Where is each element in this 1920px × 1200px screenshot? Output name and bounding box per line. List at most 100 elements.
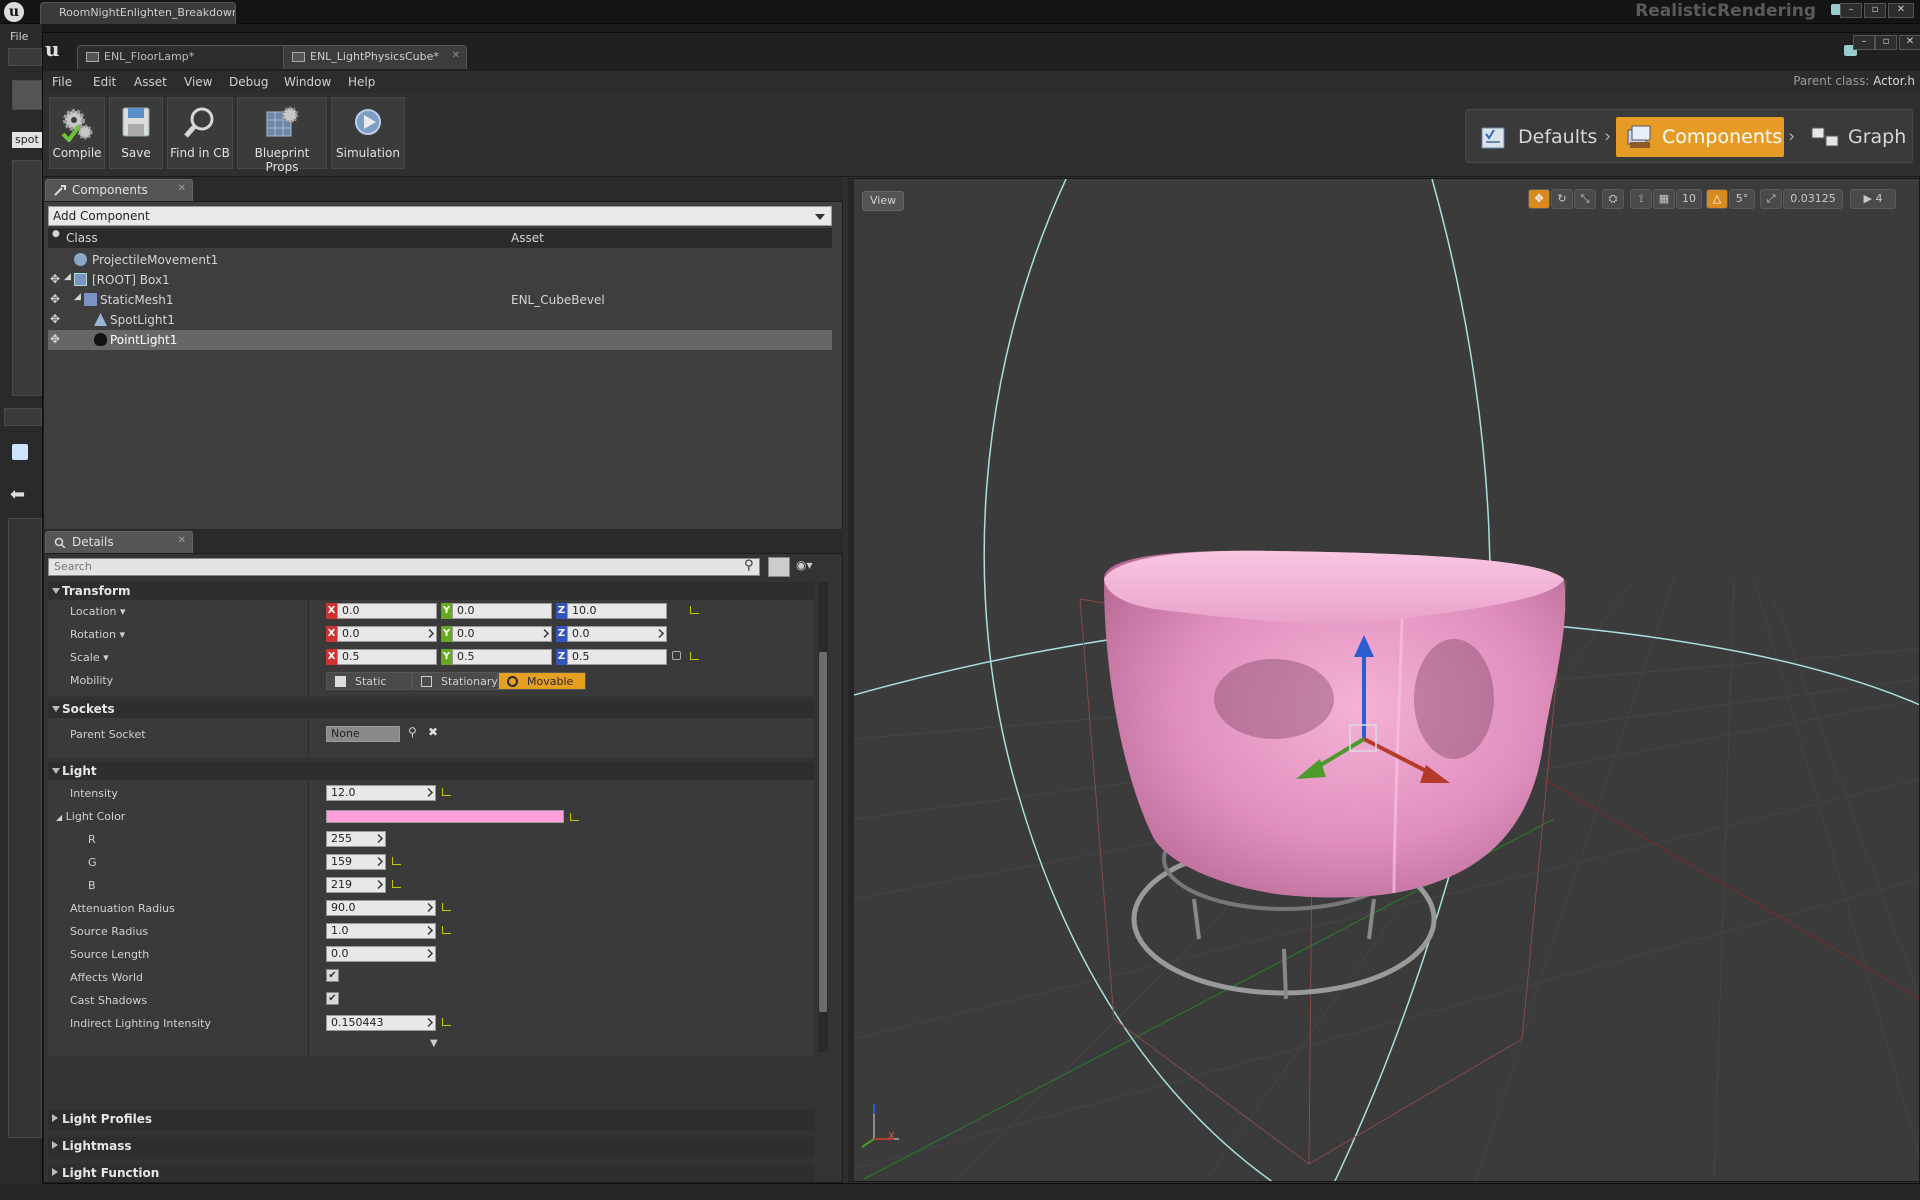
rotate-tool-icon[interactable]: ↻ bbox=[1551, 189, 1573, 209]
maximize-button[interactable]: ▫ bbox=[1875, 35, 1897, 50]
affects-world-checkbox[interactable]: ✔ bbox=[326, 969, 339, 982]
indirect-lighting-input[interactable]: 0.150443 bbox=[326, 1015, 436, 1031]
menu-window[interactable]: Window bbox=[284, 75, 331, 89]
scale-x-input[interactable]: 0.5 bbox=[337, 649, 437, 665]
reset-arrow-icon[interactable] bbox=[392, 880, 401, 888]
eye-icon[interactable]: ◉▾ bbox=[796, 558, 813, 572]
reset-arrow-icon[interactable] bbox=[690, 606, 699, 614]
rotation-snap-icon[interactable]: △ bbox=[1706, 189, 1728, 209]
category-transform[interactable]: Transform bbox=[48, 582, 814, 600]
expand-triangle-icon[interactable]: ◢ bbox=[74, 292, 81, 302]
scale-z-input[interactable]: 0.5 bbox=[567, 649, 667, 665]
surface-snap-icon[interactable]: ⟟ bbox=[1630, 189, 1652, 209]
close-button[interactable]: ✕ bbox=[1888, 3, 1914, 18]
close-icon[interactable]: ✕ bbox=[452, 50, 460, 61]
rotation-label[interactable]: Rotation ▾ bbox=[70, 628, 125, 641]
outer-file-menu[interactable]: File bbox=[10, 30, 28, 43]
blueprint-props-button[interactable]: Blueprint Props bbox=[237, 97, 327, 174]
mode-defaults[interactable]: Defaults bbox=[1472, 117, 1604, 157]
reset-arrow-icon[interactable] bbox=[442, 903, 451, 911]
rotation-x-input[interactable]: 0.0 bbox=[337, 626, 437, 642]
scale-tool-icon[interactable]: ⤡ bbox=[1574, 189, 1596, 209]
coord-space-icon[interactable]: ⛭ bbox=[1602, 189, 1624, 209]
close-icon[interactable]: ✕ bbox=[178, 535, 186, 546]
grid-snap-value[interactable]: 10 bbox=[1676, 189, 1702, 209]
move-handle-icon[interactable]: ✥ bbox=[50, 272, 60, 286]
scale-snap-icon[interactable]: ⤢ bbox=[1760, 189, 1782, 209]
source-length-input[interactable]: 0.0 bbox=[326, 946, 436, 962]
menu-view[interactable]: View bbox=[184, 75, 212, 89]
category-sockets[interactable]: Sockets bbox=[48, 700, 814, 718]
tree-row-root-box[interactable]: ✥ ◢ [ROOT] Box1 bbox=[48, 270, 832, 290]
components-tab[interactable]: Components ✕ bbox=[45, 179, 193, 201]
scale-y-input[interactable]: 0.5 bbox=[452, 649, 552, 665]
folder-icon[interactable] bbox=[12, 444, 28, 460]
tree-row-spot-light[interactable]: ✥ SpotLight1 bbox=[48, 310, 832, 330]
reset-arrow-icon[interactable] bbox=[442, 788, 451, 796]
menu-edit[interactable]: Edit bbox=[93, 75, 116, 89]
menu-file[interactable]: File bbox=[52, 75, 72, 89]
compile-button[interactable]: Compile bbox=[49, 97, 105, 169]
cast-shadows-checkbox[interactable]: ✔ bbox=[326, 992, 339, 1005]
move-handle-icon[interactable]: ✥ bbox=[50, 292, 60, 306]
outer-tab-stub[interactable] bbox=[8, 48, 42, 66]
back-arrow-icon[interactable]: ⬅ bbox=[10, 484, 25, 505]
view-menu-button[interactable]: View bbox=[862, 191, 905, 211]
find-in-cb-button[interactable]: Find in CB bbox=[167, 97, 233, 169]
category-light-profiles[interactable]: Light Profiles bbox=[48, 1110, 814, 1130]
mobility-static-button[interactable]: Static bbox=[326, 672, 412, 690]
location-z-input[interactable]: 10.0 bbox=[567, 603, 667, 619]
minimize-button[interactable]: – bbox=[1853, 35, 1875, 50]
mobility-stationary-button[interactable]: Stationary bbox=[412, 672, 498, 690]
color-g-input[interactable]: 159 bbox=[326, 854, 386, 870]
tree-row-point-light[interactable]: ✥ PointLight1 bbox=[48, 330, 832, 350]
location-x-input[interactable]: 0.0 bbox=[337, 603, 437, 619]
grid-snap-icon[interactable]: ▦ bbox=[1653, 189, 1675, 209]
reset-arrow-icon[interactable] bbox=[442, 1018, 451, 1026]
simulation-button[interactable]: Simulation bbox=[331, 97, 405, 169]
reset-arrow-icon[interactable] bbox=[570, 813, 579, 821]
reset-arrow-icon[interactable] bbox=[442, 926, 451, 934]
scale-snap-value[interactable]: 0.03125 bbox=[1783, 189, 1843, 209]
menu-debug[interactable]: Debug bbox=[229, 75, 268, 89]
tree-row-static-mesh[interactable]: ✥ ◢ StaticMesh1 ENL_CubeBevel bbox=[48, 290, 832, 310]
light-color-label[interactable]: ◢ Light Color bbox=[56, 810, 125, 823]
scale-label[interactable]: Scale ▾ bbox=[70, 651, 109, 664]
rotation-snap-value[interactable]: 5° bbox=[1729, 189, 1755, 209]
rotation-z-input[interactable]: 0.0 bbox=[567, 626, 667, 642]
parent-class-value[interactable]: Actor.h bbox=[1873, 74, 1915, 88]
close-icon[interactable]: ✕ bbox=[178, 183, 186, 194]
menu-help[interactable]: Help bbox=[348, 75, 375, 89]
close-button[interactable]: ✕ bbox=[1899, 35, 1920, 50]
reset-arrow-icon[interactable] bbox=[392, 857, 401, 865]
category-light-function[interactable]: Light Function bbox=[48, 1164, 814, 1182]
color-b-input[interactable]: 219 bbox=[326, 877, 386, 893]
light-color-swatch[interactable] bbox=[326, 810, 564, 823]
parent-socket-input[interactable]: None bbox=[326, 726, 400, 742]
minimize-button[interactable]: – bbox=[1840, 3, 1862, 18]
rotation-y-input[interactable]: 0.0 bbox=[452, 626, 552, 642]
scroll-thumb[interactable] bbox=[819, 652, 827, 1012]
mode-graph[interactable]: Graph bbox=[1802, 117, 1912, 157]
tree-row-projectile-movement[interactable]: ProjectileMovement1 bbox=[48, 250, 832, 270]
clear-x-icon[interactable]: ✖ bbox=[428, 725, 438, 739]
lock-icon[interactable] bbox=[672, 651, 681, 660]
level-tab[interactable]: RoomNightEnlighten_Breakdown bbox=[40, 2, 236, 24]
location-label[interactable]: Location ▾ bbox=[70, 605, 126, 618]
col-asset[interactable]: Asset bbox=[511, 231, 544, 245]
mode-icon[interactable] bbox=[12, 80, 42, 110]
details-scrollbar[interactable] bbox=[818, 582, 828, 1052]
outer-content-tab[interactable] bbox=[4, 408, 42, 426]
advanced-expand-icon[interactable]: ▼ bbox=[430, 1038, 438, 1049]
expand-triangle-icon[interactable]: ◢ bbox=[64, 272, 71, 282]
category-light[interactable]: Light bbox=[48, 762, 814, 780]
details-tab[interactable]: Details ✕ bbox=[45, 531, 193, 553]
category-lightmass[interactable]: Lightmass bbox=[48, 1137, 814, 1157]
grid-view-icon[interactable] bbox=[768, 557, 790, 577]
move-handle-icon[interactable]: ✥ bbox=[50, 332, 60, 346]
outer-search-input[interactable]: spot bbox=[12, 132, 42, 148]
mobility-movable-button[interactable]: Movable bbox=[498, 672, 586, 690]
move-handle-icon[interactable]: ✥ bbox=[50, 312, 60, 326]
translate-tool-icon[interactable]: ✥ bbox=[1528, 189, 1550, 209]
col-class[interactable]: Class bbox=[66, 231, 98, 245]
